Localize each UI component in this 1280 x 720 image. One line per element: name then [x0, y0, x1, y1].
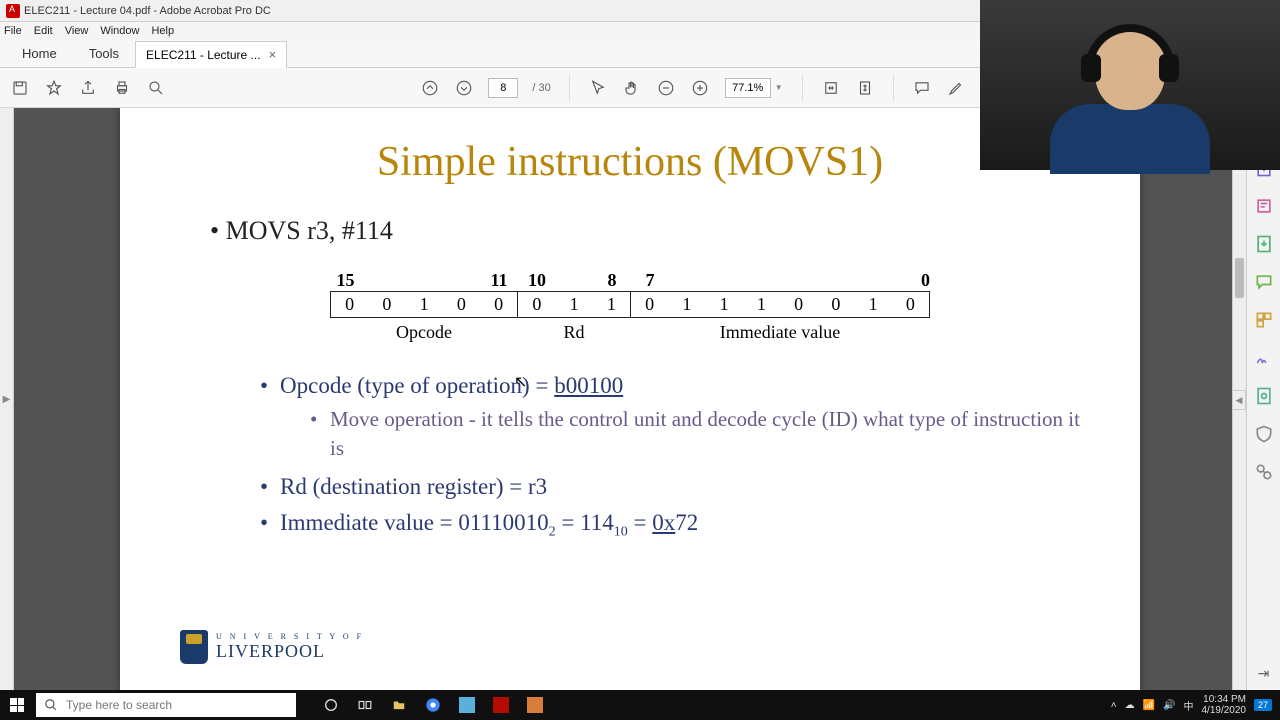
bit-header-8: 8	[593, 270, 631, 291]
slide-bullets: Opcode (type of operation) = b00100 Move…	[260, 373, 1080, 540]
separator	[893, 75, 894, 101]
bit-header-15: 15	[330, 270, 361, 291]
windows-taskbar: Type here to search ˄ ☁ 📶 🔊 中 10:34 PM 4…	[0, 690, 1280, 720]
slide-title: Simple instructions (MOVS1)	[180, 138, 1080, 186]
notification-badge[interactable]: 27	[1254, 699, 1272, 711]
taskbar-clock[interactable]: 10:34 PM 4/19/2020	[1201, 694, 1246, 716]
tray-network-icon[interactable]: 📶	[1143, 700, 1155, 711]
document-area: ▶ Simple instructions (MOVS1) MOVS r3, #…	[0, 108, 1246, 690]
right-panel-toggle[interactable]: ◀	[1232, 390, 1246, 410]
search-icon	[44, 698, 58, 712]
pdf-icon	[6, 4, 20, 18]
share-icon[interactable]	[78, 78, 98, 98]
tray-chevron-up-icon[interactable]: ˄	[1111, 700, 1117, 711]
scrollbar-thumb[interactable]	[1235, 258, 1244, 298]
chevron-right-icon: ▶	[3, 394, 11, 405]
fit-page-icon[interactable]	[855, 78, 875, 98]
document-viewport[interactable]: Simple instructions (MOVS1) MOVS r3, #11…	[14, 108, 1246, 690]
bit-header-10: 10	[518, 270, 556, 291]
tab-tools[interactable]: Tools	[73, 40, 135, 67]
print-icon[interactable]	[112, 78, 132, 98]
page-total: / 30	[532, 82, 550, 94]
fill-sign-icon[interactable]	[1254, 462, 1274, 482]
close-icon[interactable]: ×	[269, 47, 277, 62]
bit-row: 0 0 1 0 0 0 1 1 0 1 1 1 0 0 1 0	[330, 291, 930, 318]
menu-help[interactable]: Help	[151, 25, 174, 37]
save-icon[interactable]	[10, 78, 30, 98]
organize-icon[interactable]	[1254, 310, 1274, 330]
search-placeholder: Type here to search	[66, 698, 172, 712]
crest-icon	[180, 630, 208, 664]
tab-home[interactable]: Home	[6, 40, 73, 67]
page-down-icon[interactable]	[454, 78, 474, 98]
fit-width-icon[interactable]	[821, 78, 841, 98]
page-up-icon[interactable]	[420, 78, 440, 98]
search-icon[interactable]	[146, 78, 166, 98]
university-logo: U N I V E R S I T Y O F LIVERPOOL	[180, 630, 364, 664]
taskbar-search[interactable]: Type here to search	[36, 693, 296, 717]
zoom-in-icon[interactable]	[690, 78, 710, 98]
bullet-imm: Immediate value = 011100102 = 11410 = 0x…	[260, 510, 1080, 541]
zoom-out-icon[interactable]	[656, 78, 676, 98]
bullet-rd: Rd (destination register) = r3	[260, 474, 1080, 500]
tab-document[interactable]: ELEC211 - Lecture ... ×	[135, 41, 287, 68]
bit-header-7: 7	[631, 270, 669, 291]
app-icon-2[interactable]	[520, 693, 550, 717]
webcam-overlay	[980, 0, 1280, 170]
system-tray: ˄ ☁ 📶 🔊 中 10:34 PM 4/19/2020 27	[1111, 694, 1280, 716]
star-icon[interactable]	[44, 78, 64, 98]
page-number-input[interactable]	[488, 78, 518, 98]
tray-volume-icon[interactable]: 🔊	[1163, 700, 1175, 711]
bit-header-0: 0	[894, 270, 930, 291]
zoom-input[interactable]	[725, 78, 771, 98]
slide-line1: MOVS r3, #114	[210, 216, 1080, 246]
redact-icon[interactable]	[1254, 348, 1274, 368]
bullet-opcode-sub: Move operation - it tells the control un…	[310, 405, 1080, 464]
clock-date: 4/19/2020	[1201, 705, 1246, 716]
menu-view[interactable]: View	[65, 25, 89, 37]
window-title: ELEC211 - Lecture 04.pdf - Adobe Acrobat…	[24, 5, 271, 17]
comment-icon[interactable]	[912, 78, 932, 98]
zoom-dropdown[interactable]: ▼	[724, 77, 784, 99]
logo-university-of: U N I V E R S I T Y O F	[216, 632, 364, 641]
label-imm: Immediate value	[630, 322, 930, 343]
label-rd: Rd	[518, 322, 630, 343]
tab-document-label: ELEC211 - Lecture ...	[146, 48, 261, 62]
bullet-opcode: Opcode (type of operation) = b00100 Move…	[260, 373, 1080, 464]
right-tools-rail: ⇥	[1246, 108, 1280, 690]
bit-table: 15 11 10 8 7 0 0 0 1 0 0 0 1	[330, 270, 930, 343]
separator	[569, 75, 570, 101]
menu-edit[interactable]: Edit	[34, 25, 53, 37]
chevron-down-icon: ▼	[775, 83, 783, 92]
shield-icon[interactable]	[1254, 424, 1274, 444]
tray-ime[interactable]: 中	[1183, 698, 1193, 713]
selection-icon[interactable]	[588, 78, 608, 98]
app-icon-1[interactable]	[452, 693, 482, 717]
tray-cloud-icon[interactable]: ☁	[1125, 700, 1135, 711]
taskbar-apps	[316, 693, 550, 717]
expand-rail-icon[interactable]: ⇥	[1258, 665, 1270, 682]
menu-file[interactable]: File	[4, 25, 22, 37]
bit-header-11: 11	[480, 270, 518, 291]
menu-window[interactable]: Window	[100, 25, 139, 37]
chrome-icon[interactable]	[418, 693, 448, 717]
cortana-icon[interactable]	[316, 693, 346, 717]
start-button[interactable]	[0, 690, 34, 720]
export-pdf-icon[interactable]	[1254, 234, 1274, 254]
protect-icon[interactable]	[1254, 386, 1274, 406]
pdf-page: Simple instructions (MOVS1) MOVS r3, #11…	[120, 108, 1140, 690]
clock-time: 10:34 PM	[1201, 694, 1246, 705]
task-view-icon[interactable]	[350, 693, 380, 717]
file-explorer-icon[interactable]	[384, 693, 414, 717]
highlight-icon[interactable]	[946, 78, 966, 98]
comment-tool-icon[interactable]	[1254, 272, 1274, 292]
hand-icon[interactable]	[622, 78, 642, 98]
acrobat-icon[interactable]	[486, 693, 516, 717]
logo-liverpool: LIVERPOOL	[216, 641, 364, 662]
separator	[802, 75, 803, 101]
label-opcode: Opcode	[330, 322, 518, 343]
edit-pdf-icon[interactable]	[1254, 196, 1274, 216]
left-panel-toggle[interactable]: ▶	[0, 108, 14, 690]
